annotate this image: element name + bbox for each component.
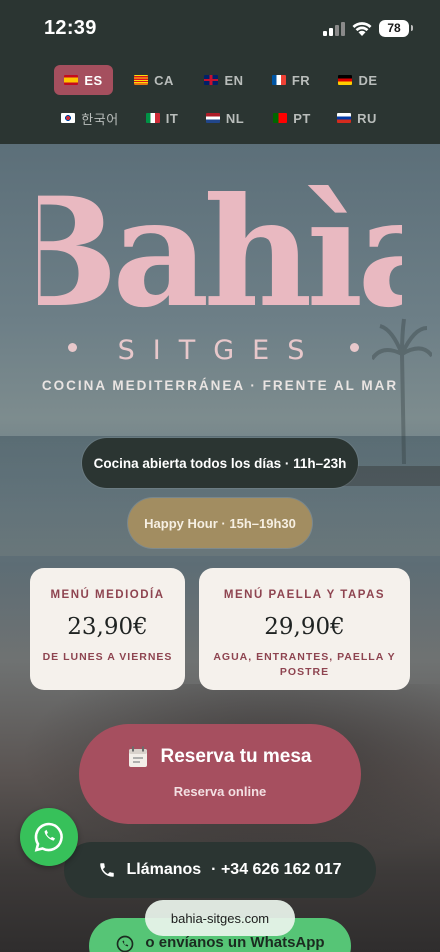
lang-label: 한국어 — [81, 111, 119, 127]
flag-es-icon — [64, 75, 79, 85]
browser-url-bar[interactable]: bahia-sitges.com — [145, 900, 295, 936]
menu-price: 23,90€ — [67, 614, 148, 640]
lang-label: FR — [291, 72, 311, 88]
svg-text:Bahìa: Bahìa — [38, 165, 402, 320]
wifi-icon — [352, 22, 372, 36]
brand-subtitle: SITGES — [117, 335, 323, 366]
lang-label: PT — [293, 110, 311, 126]
bahia-logo: Bahìa — [38, 165, 402, 320]
lang-fr-button[interactable]: FR — [268, 65, 314, 95]
phone-number: · +34 626 162 017 — [211, 861, 342, 878]
lang-nl-button[interactable]: NL — [202, 103, 248, 133]
happy-hour-badge: Happy Hour · 15h–19h30 — [128, 498, 312, 548]
flag-ca-icon — [134, 75, 149, 85]
reserve-button[interactable]: Reserva tu mesa Reserva online — [79, 724, 361, 824]
flag-kr-icon — [61, 113, 76, 123]
lang-pt-button[interactable]: PT — [270, 103, 314, 133]
flag-nl-icon — [205, 113, 220, 123]
menu-card-paella[interactable]: MENÚ PAELLA Y TAPAS 29,90€ AGUA, ENTRANT… — [199, 568, 410, 690]
lang-label: RU — [357, 110, 377, 126]
call-button[interactable]: Llámanos · +34 626 162 017 — [64, 842, 376, 898]
whatsapp-icon — [117, 935, 134, 952]
lang-ko-button[interactable]: 한국어 — [58, 103, 122, 133]
cellular-signal-icon — [323, 22, 345, 36]
status-time: 12:39 — [44, 17, 97, 39]
menu-card-mediodia[interactable]: MENÚ MEDIODÍA 23,90€ DE LUNES A VIERNES — [30, 568, 185, 690]
menu-detail: AGUA, ENTRANTES, PAELLA Y POSTRE — [213, 651, 396, 678]
flag-it-icon — [145, 113, 160, 123]
reserve-title: Reserva tu mesa — [79, 746, 361, 768]
brand-tagline: COCINA MEDITERRÁNEA · FRENTE AL MAR — [41, 378, 399, 393]
status-bar: 12:39 78 — [0, 0, 440, 58]
flag-fr-icon — [271, 75, 286, 85]
flag-ru-icon — [337, 113, 352, 123]
phone-icon — [100, 863, 115, 877]
flag-uk-icon — [204, 75, 219, 85]
whatsapp-floating-button[interactable] — [20, 808, 78, 866]
menu-detail: DE LUNES A VIERNES — [42, 651, 173, 663]
lang-ca-button[interactable]: CA — [128, 65, 180, 95]
lang-de-button[interactable]: DE — [334, 65, 382, 95]
flag-de-icon — [338, 75, 353, 85]
lang-ru-button[interactable]: RU — [334, 103, 380, 133]
battery-indicator: 78 — [379, 20, 413, 37]
menu-price: 29,90€ — [264, 614, 345, 640]
lang-en-button[interactable]: EN — [200, 65, 248, 95]
lang-it-button[interactable]: IT — [142, 103, 182, 133]
lang-label: EN — [224, 72, 244, 88]
lang-label: DE — [358, 72, 378, 88]
reserve-sublabel: Reserva online — [173, 784, 267, 799]
whatsapp-label: o envíanos un WhatsApp — [145, 934, 325, 951]
calendar-icon — [129, 746, 148, 767]
call-label: Llámanos — [126, 861, 202, 878]
reserve-label: Reserva tu mesa — [160, 746, 312, 767]
language-selector: ES CA EN FR DE 한국어 IT NL PT RU — [0, 58, 440, 144]
flag-pt-icon — [273, 113, 288, 123]
whatsapp-icon — [34, 822, 63, 852]
kitchen-hours-badge: Cocina abierta todos los días · 11h–23h — [82, 438, 358, 488]
menu-title: MENÚ MEDIODÍA — [50, 589, 165, 601]
lang-label: IT — [165, 110, 179, 126]
menu-title: MENÚ PAELLA Y TAPAS — [223, 589, 386, 601]
lang-label: NL — [225, 110, 245, 126]
lang-label: CA — [154, 72, 174, 88]
lang-es-button[interactable]: ES — [54, 65, 113, 95]
lang-label: ES — [84, 72, 103, 88]
